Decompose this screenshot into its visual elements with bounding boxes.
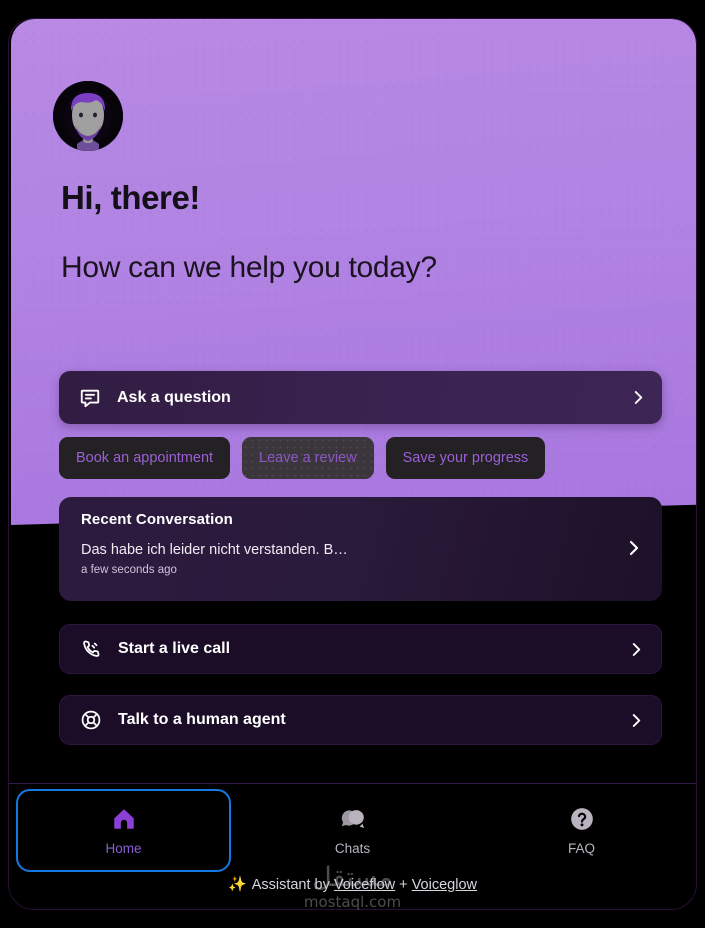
sparkles-icon: ✨ [228,876,247,893]
footer-attribution: ✨ Assistant by Voiceflow + Voiceglow [9,875,696,893]
quick-reply-list: Book an appointment Leave a review Save … [59,437,669,479]
ask-a-question-button[interactable]: Ask a question [59,371,662,424]
chevron-right-icon [634,391,643,404]
nav-item-list: Home Chats FAQ [9,784,696,877]
nav-item-faq[interactable]: FAQ [474,789,689,872]
recent-conversation-timestamp: a few seconds ago [81,564,177,576]
bottom-navigation: Home Chats FAQ ✨ Assistant by Voiceflow … [9,783,696,909]
recent-conversation-title: Recent Conversation [81,511,233,528]
footer-separator: + [395,877,412,893]
greeting-title: Hi, there! [61,179,201,216]
quick-reply-leave-a-review[interactable]: Leave a review [242,437,374,479]
avatar-illustration [53,81,123,151]
home-icon [113,808,134,829]
nav-item-faq-label: FAQ [567,840,595,856]
talk-to-a-human-agent-button[interactable]: Talk to a human agent [59,695,662,745]
quick-reply-book-an-appointment[interactable]: Book an appointment [59,437,231,479]
start-a-live-call-button[interactable]: Start a live call [59,624,662,674]
talk-to-a-human-agent-label: Talk to a human agent [118,711,286,728]
phone-call-icon [83,640,100,657]
question-circle-icon [570,807,593,830]
message-square-icon [80,389,100,407]
greeting-subtitle: How can we help you today? [61,251,437,284]
nav-item-home[interactable]: Home [16,789,231,872]
chevron-right-icon [632,642,641,656]
chevron-right-icon [632,713,641,727]
start-a-live-call-label: Start a live call [118,640,231,657]
messages-icon [341,809,364,828]
recent-conversation-card[interactable]: Recent Conversation Das habe ich leider … [59,497,662,601]
chevron-right-icon [629,540,639,556]
nav-item-home-label: Home [105,840,142,856]
chat-widget: Hi, there! How can we help you today? As… [8,18,697,910]
ask-a-question-label: Ask a question [117,388,231,406]
voiceglow-link[interactable]: Voiceglow [412,877,477,893]
life-buoy-icon [81,710,101,730]
voiceflow-link[interactable]: Voiceflow [334,877,395,893]
recent-conversation-message: Das habe ich leider nicht verstanden. B… [81,542,348,558]
nav-item-chats-label: Chats [334,840,371,856]
avatar [53,81,123,151]
quick-reply-save-your-progress[interactable]: Save your progress [385,437,546,479]
nav-item-chats[interactable]: Chats [245,789,460,872]
footer-prefix: Assistant by [251,877,334,893]
